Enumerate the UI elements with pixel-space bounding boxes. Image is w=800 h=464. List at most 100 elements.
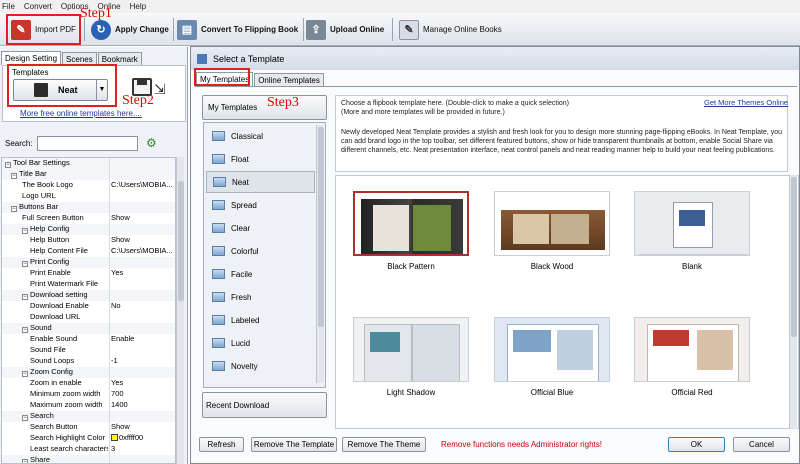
get-more-themes-link[interactable]: Get More Themes Online	[704, 98, 788, 107]
setting-value[interactable]	[109, 202, 175, 213]
setting-value[interactable]	[109, 191, 175, 202]
setting-value[interactable]: Show	[109, 213, 175, 224]
tree-setting-row[interactable]: The Book Logo C:\Users\MOBIA...	[2, 180, 175, 191]
recent-download-button[interactable]: Recent Download	[202, 392, 327, 418]
manage-books-button[interactable]: ✎ Manage Online Books	[399, 16, 502, 43]
setting-value[interactable]: 700	[109, 389, 175, 400]
setting-value[interactable]	[109, 257, 175, 268]
template-card[interactable]: Official Red	[634, 317, 750, 397]
setting-value[interactable]: Yes	[109, 268, 175, 279]
upload-online-button[interactable]: ⇪ Upload Online	[306, 16, 384, 43]
theme-item[interactable]: Facile	[206, 263, 315, 285]
collapse-icon[interactable]: −	[22, 294, 28, 300]
setting-value[interactable]	[109, 411, 175, 422]
tree-setting-row[interactable]: Help Button Show	[2, 235, 175, 246]
tab-online-templates[interactable]: Online Templates	[254, 73, 324, 86]
template-card[interactable]: Official Blue	[494, 317, 610, 397]
setting-value[interactable]: 1400	[109, 400, 175, 411]
setting-value[interactable]	[109, 279, 175, 290]
tree-setting-row[interactable]: Search Button Show	[2, 422, 175, 433]
menu-file[interactable]: File	[2, 2, 15, 11]
remove-theme-button[interactable]: Remove The Theme	[342, 437, 426, 452]
setting-value[interactable]	[109, 169, 175, 180]
tree-setting-row[interactable]: Search Highlight Color 0xffff00	[2, 433, 175, 444]
setting-value[interactable]	[109, 290, 175, 301]
cancel-button[interactable]: Cancel	[733, 437, 790, 452]
remove-template-button[interactable]: Remove The Template	[251, 437, 337, 452]
collapse-icon[interactable]: −	[22, 327, 28, 333]
theme-item[interactable]: Novelty	[206, 355, 315, 377]
tree-setting-row[interactable]: Enable Sound Enable	[2, 334, 175, 345]
theme-item[interactable]: Colorful	[206, 240, 315, 262]
more-templates-link[interactable]: More free online templates here....	[20, 109, 142, 118]
setting-value[interactable]: 3	[109, 444, 175, 455]
tree-setting-row[interactable]: Print Watermark File	[2, 279, 175, 290]
theme-item[interactable]: Spread	[206, 194, 315, 216]
template-card[interactable]: Light Shadow	[353, 317, 469, 397]
tree-section-row[interactable]: − Download setting	[2, 290, 175, 301]
setting-value[interactable]	[109, 455, 175, 463]
setting-value[interactable]: No	[109, 301, 175, 312]
theme-list-scrollbar[interactable]	[316, 125, 324, 383]
tree-setting-row[interactable]: Download Enable No	[2, 301, 175, 312]
theme-item[interactable]: Fresh	[206, 286, 315, 308]
collapse-icon[interactable]: −	[11, 206, 17, 212]
tree-section-row[interactable]: − Share	[2, 455, 175, 463]
menu-help[interactable]: Help	[130, 2, 146, 11]
setting-value[interactable]: Show	[109, 235, 175, 246]
setting-value[interactable]	[109, 158, 175, 169]
theme-item[interactable]: Float	[206, 148, 315, 170]
setting-value[interactable]: Show	[109, 422, 175, 433]
tree-section-row[interactable]: − Title Bar	[2, 169, 175, 180]
tree-section-row[interactable]: − Zoom Config	[2, 367, 175, 378]
my-templates-button[interactable]: My Templates	[202, 95, 327, 120]
tree-setting-row[interactable]: Sound Loops -1	[2, 356, 175, 367]
theme-item[interactable]: Classical	[206, 125, 315, 147]
collapse-icon[interactable]: −	[5, 162, 11, 168]
tab-design-setting[interactable]: Design Setting	[1, 51, 62, 65]
tree-setting-row[interactable]: Sound File	[2, 345, 175, 356]
tree-setting-row[interactable]: Maximum zoom width 1400	[2, 400, 175, 411]
template-card[interactable]: Black Pattern	[353, 191, 469, 271]
tree-setting-row[interactable]: Least search characters 3	[2, 444, 175, 455]
theme-item[interactable]: Labeled	[206, 309, 315, 331]
tree-setting-row[interactable]: Zoom in enable Yes	[2, 378, 175, 389]
setting-value[interactable]	[109, 224, 175, 235]
settings-scrollbar[interactable]	[176, 157, 184, 464]
collapse-icon[interactable]: −	[22, 261, 28, 267]
tree-section-row[interactable]: − Print Config	[2, 257, 175, 268]
collapse-icon[interactable]: −	[22, 415, 28, 421]
setting-value[interactable]	[109, 345, 175, 356]
tree-section-row[interactable]: − Sound	[2, 323, 175, 334]
tree-setting-row[interactable]: Help Content File C:\Users\MOBIA...	[2, 246, 175, 257]
setting-value[interactable]: Yes	[109, 378, 175, 389]
tree-setting-row[interactable]: Logo URL	[2, 191, 175, 202]
gallery-scrollbar[interactable]	[789, 175, 797, 429]
collapse-icon[interactable]: −	[22, 459, 28, 463]
setting-value[interactable]: 0xffff00	[109, 433, 175, 444]
setting-value[interactable]: C:\Users\MOBIA...	[109, 246, 175, 257]
setting-value[interactable]: C:\Users\MOBIA...	[109, 180, 175, 191]
theme-item[interactable]: Neat	[206, 171, 315, 193]
setting-value[interactable]	[109, 367, 175, 378]
setting-value[interactable]: Enable	[109, 334, 175, 345]
template-card[interactable]: Black Wood	[494, 191, 610, 271]
setting-value[interactable]	[109, 323, 175, 334]
setting-value[interactable]: -1	[109, 356, 175, 367]
theme-item[interactable]: Lucid	[206, 332, 315, 354]
setting-value[interactable]	[109, 312, 175, 323]
tree-setting-row[interactable]: Download URL	[2, 312, 175, 323]
ok-button[interactable]: OK	[668, 437, 725, 452]
search-options-icon[interactable]: ⚙	[146, 136, 162, 151]
refresh-button[interactable]: Refresh	[199, 437, 244, 452]
collapse-icon[interactable]: −	[22, 371, 28, 377]
menu-convert[interactable]: Convert	[24, 2, 52, 11]
convert-button[interactable]: ▤ Convert To Flipping Book	[177, 16, 298, 43]
collapse-icon[interactable]: −	[11, 173, 17, 179]
collapse-icon[interactable]: −	[22, 228, 28, 234]
tree-setting-row[interactable]: Print Enable Yes	[2, 268, 175, 279]
tree-section-row[interactable]: − Tool Bar Settings	[2, 158, 175, 169]
load-template-icon[interactable]: ⇲	[154, 81, 172, 97]
tree-setting-row[interactable]: Minimum zoom width 700	[2, 389, 175, 400]
template-card[interactable]: Blank	[634, 191, 750, 271]
